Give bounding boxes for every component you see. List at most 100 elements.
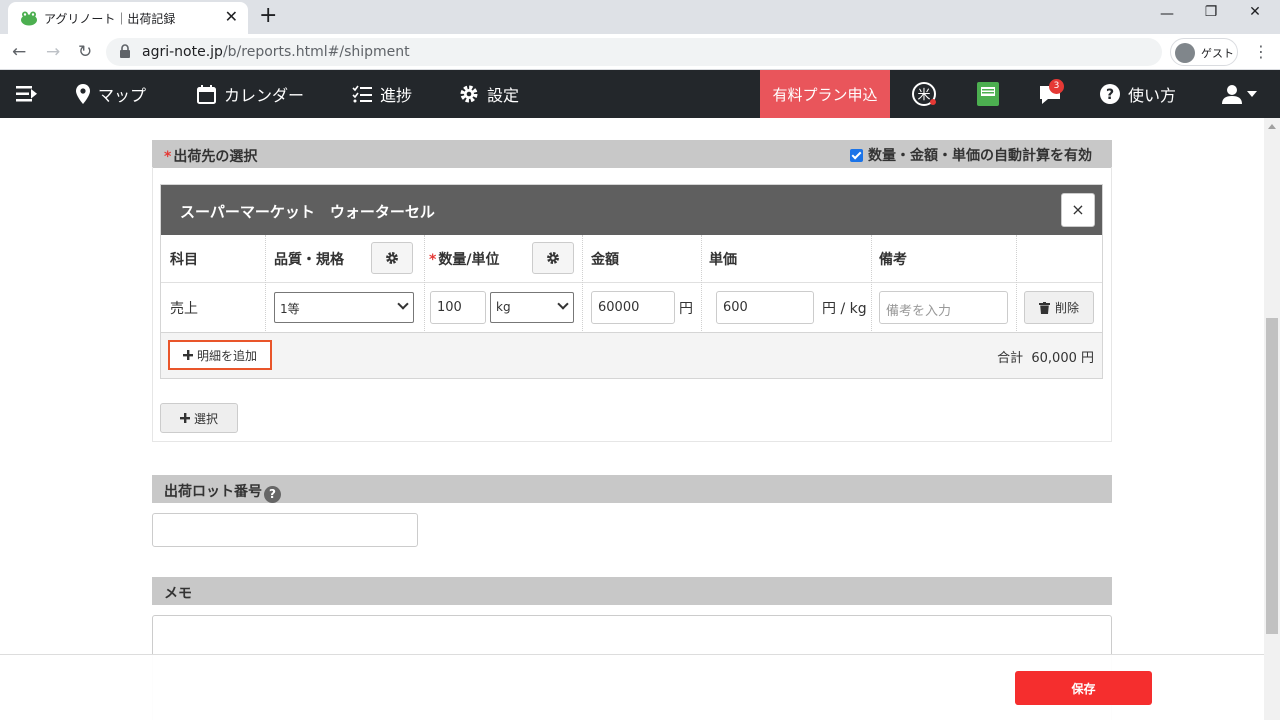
profile-button[interactable]: ゲスト — [1170, 38, 1238, 66]
col-note: 備考 — [879, 252, 907, 268]
customer-card-header: スーパーマーケット ウォーターセル × — [161, 185, 1102, 235]
total: 合計 60,000 円 — [997, 347, 1094, 366]
unit-price-value: 600 — [723, 300, 748, 315]
diary-book-icon[interactable] — [974, 80, 1002, 108]
browser-menu-icon[interactable]: ⋮ — [1253, 42, 1269, 61]
table-row: 売上 1等 100 kg 60000 円 600 円 / kg 備考を入力 削除 — [161, 283, 1102, 333]
nav-calendar[interactable]: カレンダー — [197, 70, 304, 118]
window-close-icon[interactable]: ✕ — [1240, 4, 1270, 20]
required-mark: * — [429, 252, 437, 268]
quantity-input[interactable]: 100 — [430, 291, 486, 324]
new-tab-icon[interactable]: + — [259, 3, 277, 28]
minimize-icon[interactable]: — — [1152, 6, 1182, 22]
quality-settings-button[interactable] — [371, 242, 413, 274]
required-mark: * — [164, 149, 172, 165]
help-icon[interactable]: ? — [264, 486, 281, 503]
col-unit-price: 単価 — [709, 252, 737, 268]
gear-icon — [386, 252, 398, 264]
table-header-row: 科目 品質・規格 * 数量/単位 金額 単価 備考 — [161, 235, 1102, 283]
quantity-value: 100 — [437, 300, 462, 315]
lock-icon — [120, 44, 130, 58]
add-detail-label: 明細を追加 — [196, 348, 257, 363]
user-icon — [1222, 85, 1242, 104]
lot-number-input[interactable] — [152, 513, 418, 547]
memo-header: メモ — [152, 577, 1112, 605]
remove-customer-button[interactable]: × — [1061, 193, 1095, 227]
browser-tab[interactable]: アグリノート｜出荷記録 ✕ — [8, 2, 248, 34]
unit-price-unit-label: 円 / kg — [822, 301, 867, 317]
delete-label: 削除 — [1054, 301, 1079, 315]
browser-address-bar: ← → ↻ agri-note.jp/b/reports.html#/shipm… — [0, 34, 1280, 70]
col-amount: 金額 — [591, 252, 619, 268]
nav-settings[interactable]: 設定 — [459, 70, 519, 118]
nav-map-label: マップ — [98, 86, 147, 105]
reload-icon[interactable]: ↻ — [78, 42, 92, 62]
quality-select-value: 1等 — [280, 302, 300, 316]
customer-name: スーパーマーケット ウォーターセル — [180, 203, 435, 221]
nav-map[interactable]: マップ — [76, 70, 146, 118]
note-placeholder: 備考を入力 — [886, 304, 952, 319]
memo-title: メモ — [164, 586, 192, 602]
svg-text:米: 米 — [917, 88, 930, 103]
lot-title: 出荷ロット番号 — [164, 484, 262, 500]
auto-calc-checkbox[interactable]: 数量・金額・単価の自動計算を有効 — [850, 145, 1092, 165]
checklist-icon — [352, 85, 372, 103]
user-menu-button[interactable] — [1222, 70, 1258, 118]
svg-text:?: ? — [1106, 87, 1114, 103]
add-detail-button[interactable]: 明細を追加 — [168, 340, 272, 370]
url-field[interactable]: agri-note.jp/b/reports.html#/shipment — [106, 38, 1162, 66]
delete-row-button[interactable]: 削除 — [1024, 291, 1094, 324]
note-input[interactable]: 備考を入力 — [879, 291, 1008, 324]
caret-down-icon — [1247, 91, 1257, 97]
tab-title: アグリノート｜出荷記録 — [44, 12, 176, 26]
col-quality: 品質・規格 — [274, 252, 344, 268]
url-path: /b/reports.html#/shipment — [222, 44, 410, 60]
chevron-down-icon — [397, 298, 409, 310]
menu-toggle-button[interactable] — [16, 70, 38, 118]
url-text: agri-note.jp/b/reports.html#/shipment — [142, 44, 410, 60]
checkbox-checked-icon — [850, 148, 863, 162]
nav-help[interactable]: ? 使い方 — [1100, 70, 1176, 118]
profile-label: ゲスト — [1201, 47, 1234, 60]
tab-close-icon[interactable]: ✕ — [225, 7, 238, 26]
save-footer: 保存 — [0, 654, 1264, 720]
unit-price-input[interactable]: 600 — [716, 291, 814, 324]
map-pin-icon — [76, 84, 90, 104]
scroll-up-icon[interactable] — [1268, 124, 1276, 129]
url-host: agri-note.jp — [142, 44, 223, 60]
auto-calc-label: 数量・金額・単価の自動計算を有効 — [868, 148, 1092, 164]
col-qty-unit: * 数量/単位 — [429, 249, 499, 269]
plus-icon — [179, 413, 190, 423]
amount-input[interactable]: 60000 — [591, 291, 675, 324]
shipment-destination-header: * 出荷先の選択 数量・金額・単価の自動計算を有効 — [152, 140, 1112, 168]
col-item: 科目 — [170, 252, 198, 268]
restore-icon[interactable]: ❐ — [1196, 4, 1226, 20]
nav-settings-label: 設定 — [487, 86, 520, 105]
gear-icon — [459, 84, 479, 104]
browser-tab-bar: アグリノート｜出荷記録 ✕ + — ❐ ✕ — [0, 0, 1280, 34]
select-label: 選択 — [193, 411, 218, 426]
scroll-thumb[interactable] — [1266, 318, 1278, 634]
unit-select-value: kg — [496, 300, 511, 314]
gear-icon — [547, 252, 559, 264]
nav-progress-label: 進捗 — [380, 86, 413, 105]
paid-plan-button[interactable]: 有料プラン申込 — [760, 70, 890, 118]
unit-settings-button[interactable] — [532, 242, 574, 274]
lot-number-header: 出荷ロット番号? — [152, 475, 1112, 503]
total-value: 60,000 円 — [1031, 351, 1094, 366]
page-scrollbar[interactable] — [1264, 118, 1280, 720]
select-customer-button[interactable]: 選択 — [160, 403, 238, 433]
amount-value: 60000 — [598, 300, 640, 315]
customer-card: スーパーマーケット ウォーターセル × 科目 品質・規格 * 数量/単位 金額 単… — [160, 184, 1103, 379]
rice-emblem-icon[interactable]: 米 — [910, 80, 938, 108]
question-circle-icon: ? — [1100, 84, 1120, 104]
save-button[interactable]: 保存 — [1015, 671, 1152, 705]
forward-icon[interactable]: → — [46, 42, 60, 62]
profile-avatar-icon — [1175, 43, 1195, 63]
nav-progress[interactable]: 進捗 — [352, 70, 412, 118]
calendar-icon — [197, 84, 216, 104]
quality-select[interactable]: 1等 — [274, 292, 414, 323]
back-icon[interactable]: ← — [12, 42, 26, 62]
unit-select[interactable]: kg — [490, 292, 574, 323]
row-item: 売上 — [170, 301, 198, 317]
